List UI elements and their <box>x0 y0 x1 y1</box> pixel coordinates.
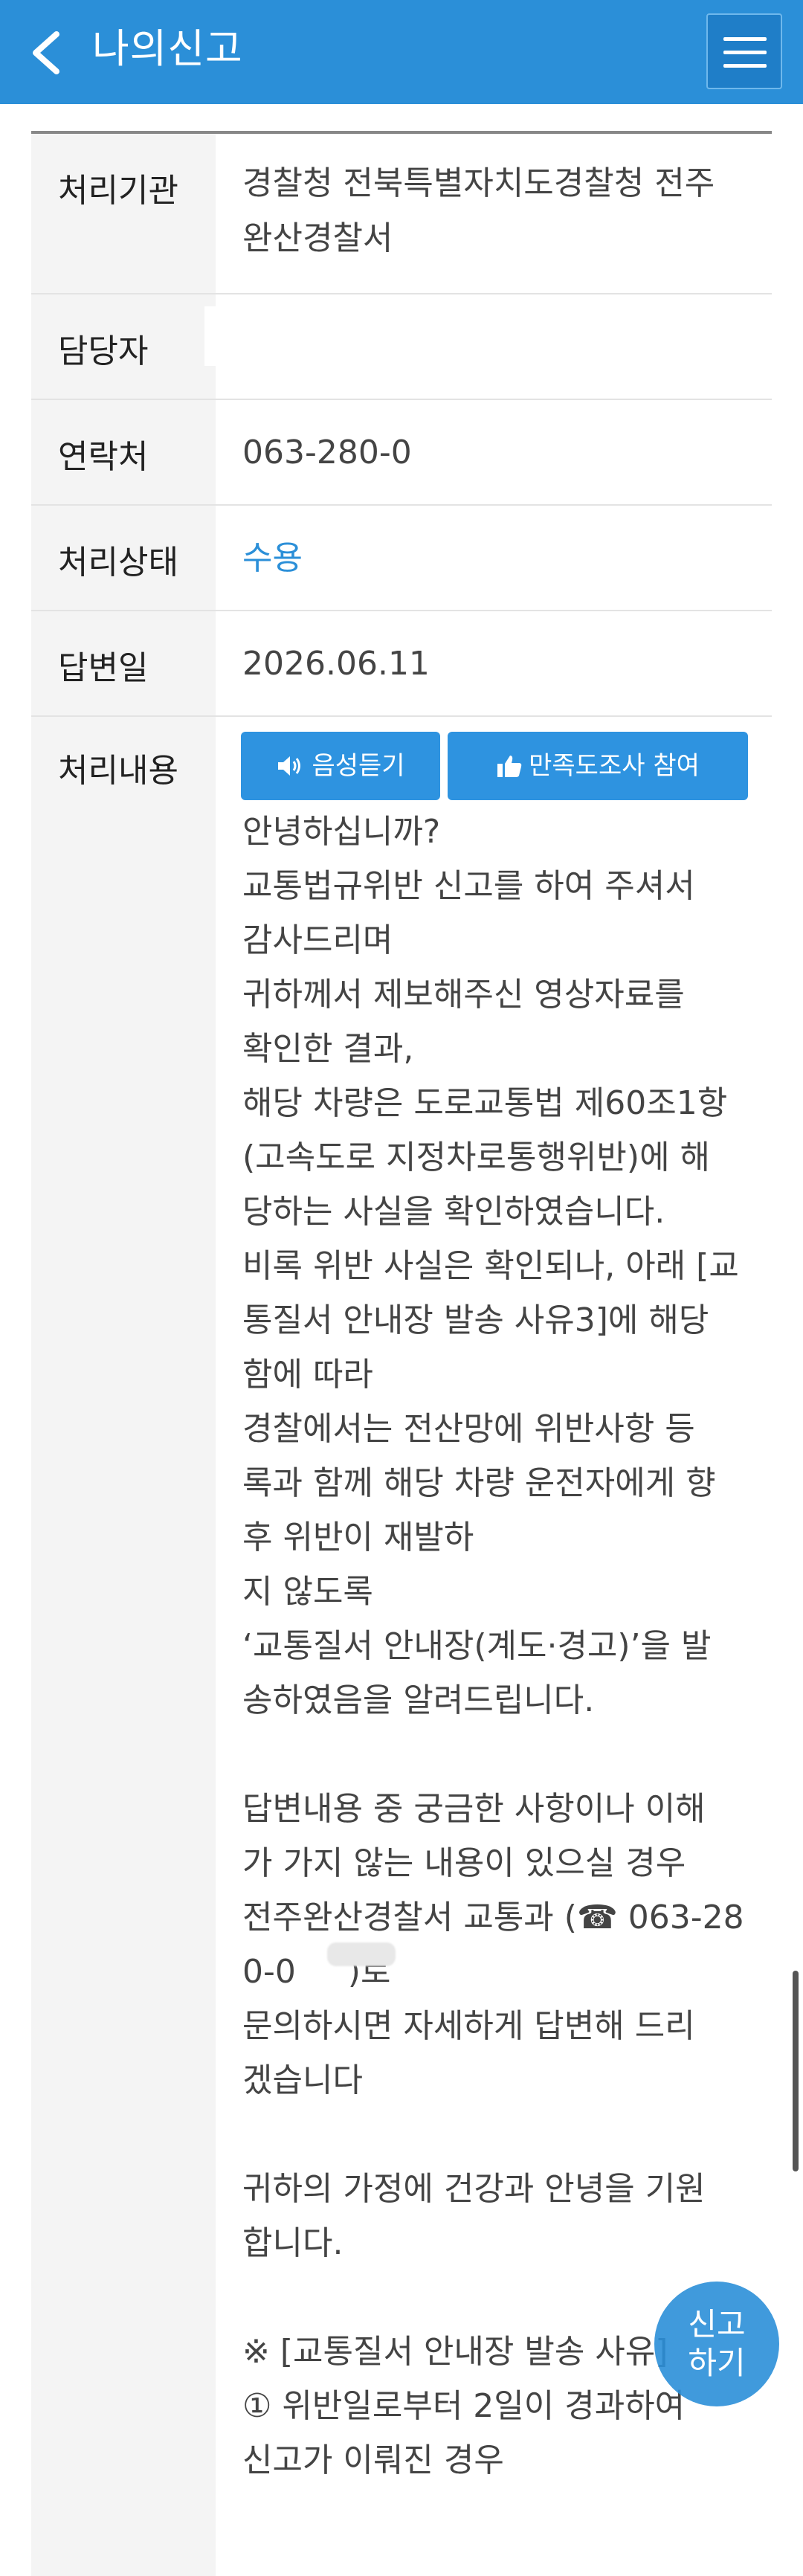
report-detail-table: 처리기관 경찰청 전북특별자치도경찰청 전주 완산경찰서 담당자 연락처 063… <box>31 134 772 2576</box>
answer-date-value: 2026.06.11 <box>242 645 430 683</box>
response-line: 경찰에서는 전산망에 위반사항 등 <box>242 1410 695 1448</box>
response-line: 신고가 이뤄진 경우 <box>242 2441 504 2479</box>
response-line: 안녕하십니까? <box>242 813 441 851</box>
page-title: 나의신고 <box>92 25 243 72</box>
hamburger-icon-bar <box>723 64 767 68</box>
response-line: 교통법규위반 신고를 하여 주셔서 <box>242 867 695 905</box>
back-button[interactable] <box>25 27 70 79</box>
response-line: 문의하시면 자세하게 답변해 드리 <box>242 2007 695 2045</box>
row-agency: 처리기관 경찰청 전북특별자치도경찰청 전주 완산경찰서 <box>31 134 772 294</box>
row-label-cell: 답변일 <box>31 611 216 715</box>
listen-button-label: 음성듣기 <box>312 751 405 781</box>
contact-label: 연락처 <box>58 438 149 476</box>
contact-value: 063-280-0 <box>242 434 412 471</box>
response-line: 0-0 )로 <box>242 1953 391 1991</box>
row-status: 처리상태 수용 <box>31 506 772 611</box>
agency-value: 경찰청 전북특별자치도경찰청 전주 완산경찰서 <box>242 156 715 266</box>
chevron-left-icon <box>33 31 59 74</box>
response-line: 지 않도록 <box>242 1573 373 1611</box>
redaction-mask <box>204 306 390 366</box>
response-line: 당하는 사실을 확인하였습니다. <box>242 1193 665 1231</box>
agency-value-line1: 경찰청 전북특별자치도경찰청 전주 <box>242 164 715 202</box>
survey-button-label: 만족도조사 참여 <box>529 751 700 781</box>
response-line: 가 가지 않는 내용이 있으실 경우 <box>242 1844 686 1882</box>
thumbs-up-icon <box>497 756 522 777</box>
hamburger-icon-bar <box>723 51 767 54</box>
response-label: 처리내용 <box>58 752 178 790</box>
menu-button[interactable] <box>706 13 782 89</box>
response-line <box>242 1727 785 1782</box>
response-line: 송하였음을 알려드립니다. <box>242 1681 595 1719</box>
row-label-cell: 처리기관 <box>31 134 216 293</box>
response-line: ‘교통질서 안내장(계도·경고)’을 발 <box>242 1627 712 1665</box>
row-answer-date: 답변일 2026.06.11 <box>31 611 772 717</box>
row-label-cell: 담당자 <box>31 294 216 399</box>
response-line: 록과 함께 해당 차량 운전자에게 향 <box>242 1464 716 1502</box>
hamburger-icon <box>723 37 767 41</box>
row-response: 처리내용 음성듣기 만족도조사 참여 안녕하십니까? 교통법규위반 신고를 하여 … <box>31 717 772 2576</box>
response-line: 감사드리며 <box>242 921 393 959</box>
response-line: 겠습니다 <box>242 2061 363 2099</box>
response-line: 합니다. <box>242 2224 344 2262</box>
answer-date-label: 답변일 <box>58 649 149 687</box>
agency-label: 처리기관 <box>58 172 178 210</box>
response-line: 후 위반이 재발하 <box>242 1519 474 1556</box>
row-label-cell: 연락처 <box>31 400 216 504</box>
listen-button[interactable]: 음성듣기 <box>241 732 440 800</box>
response-line: 귀하께서 제보해주신 영상자료를 <box>242 976 685 1014</box>
response-line: 비록 위반 사실은 확인되나, 아래 [교 <box>242 1247 739 1285</box>
survey-button[interactable]: 만족도조사 참여 <box>448 732 748 800</box>
response-line: 확인한 결과, <box>242 1030 414 1068</box>
fab-label-line2: 하기 <box>688 2345 746 2381</box>
response-line: 함에 따라 <box>242 1356 373 1394</box>
redaction-mask <box>327 1942 396 1966</box>
fab-label-line1: 신고 <box>688 2306 746 2342</box>
response-line: 귀하의 가정에 건강과 안녕을 기원 <box>242 2170 706 2208</box>
speaker-icon <box>278 756 301 776</box>
response-text: 안녕하십니까? 교통법규위반 신고를 하여 주셔서감사드리며귀하께서 제보해주신 … <box>242 805 785 2488</box>
response-line: 답변내용 중 궁금한 사항이나 이해 <box>242 1790 706 1828</box>
status-label: 처리상태 <box>58 544 178 582</box>
response-line: (고속도로 지정차로통행위반)에 해 <box>242 1139 711 1176</box>
report-fab-button[interactable]: 신고 하기 <box>654 2282 779 2406</box>
row-label-cell: 처리상태 <box>31 506 216 610</box>
response-line: 전주완산경찰서 교통과 (☎ 063-28 <box>242 1899 744 1936</box>
app-header: 나의신고 <box>0 0 803 104</box>
status-value: 수용 <box>242 539 303 577</box>
row-officer: 담당자 <box>31 294 772 400</box>
response-line <box>242 2108 785 2162</box>
row-contact: 연락처 063-280-0 <box>31 400 772 506</box>
agency-value-line2: 완산경찰서 <box>242 219 393 257</box>
row-label-cell: 처리내용 <box>31 717 216 2576</box>
response-line: 해당 차량은 도로교통법 제60조1항 <box>242 1084 728 1122</box>
response-line: 통질서 안내장 발송 사유3]에 해당 <box>242 1301 709 1339</box>
scrollbar-thumb[interactable] <box>793 1971 799 2171</box>
officer-label: 담당자 <box>58 332 149 370</box>
